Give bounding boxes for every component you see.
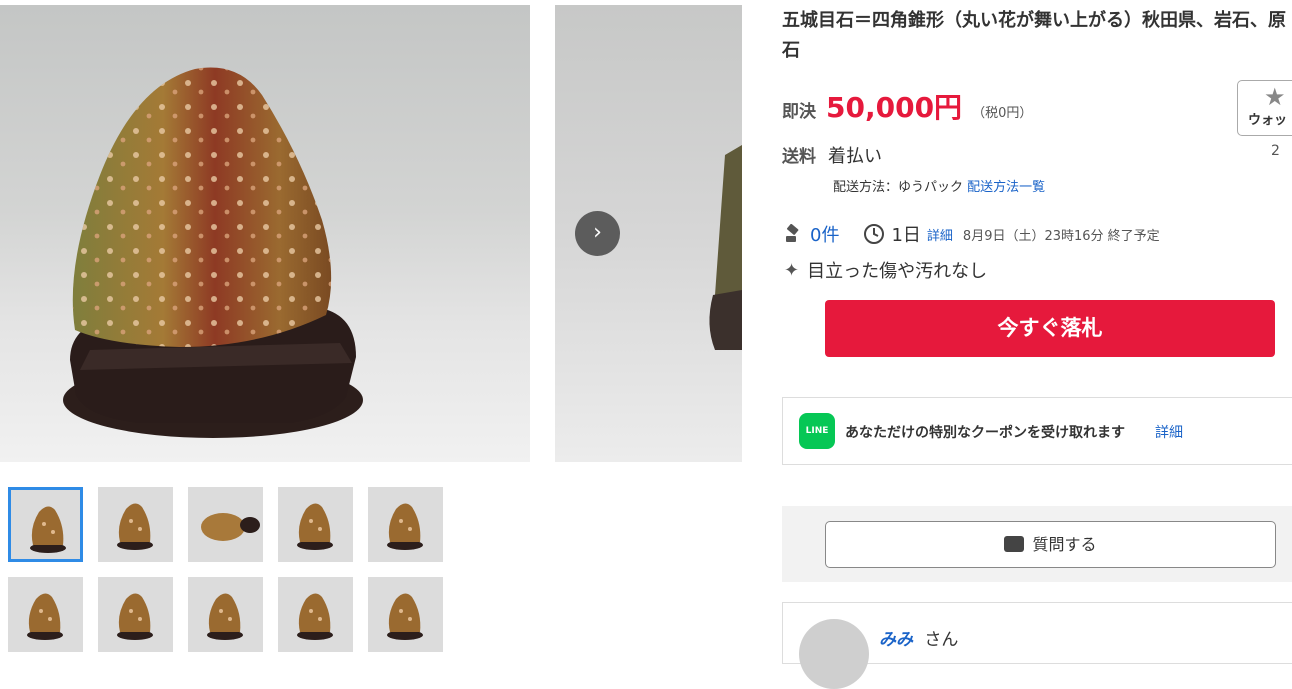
stone-thumbnail <box>8 577 83 652</box>
shipping-method: 配送方法：ゆうパック <box>833 180 964 195</box>
watch-button[interactable]: ★ ウォッ <box>1237 80 1292 136</box>
stone-thumbnail <box>11 490 80 559</box>
shipping-method-link[interactable]: 配送方法一覧 <box>967 180 1045 195</box>
time-left: 1日 <box>891 225 921 246</box>
thumbnail[interactable] <box>8 577 83 652</box>
thumbnail[interactable] <box>8 487 83 562</box>
watch-label: ウォッ <box>1248 113 1288 128</box>
shipping-row: 送料 着払い <box>782 142 882 168</box>
item-title: 五城目石＝四角錐形（丸い花が舞い上がる）秋田県、岩石、原石 <box>782 10 1286 61</box>
item-condition: 目立った傷や汚れなし <box>807 261 988 282</box>
gallery-next-button[interactable]: › <box>575 211 620 256</box>
seller-suffix: さん <box>924 630 959 650</box>
price-tax: （税0円） <box>972 106 1033 121</box>
thumbnail[interactable] <box>278 487 353 562</box>
clock-icon <box>864 224 885 244</box>
thumbnail[interactable] <box>188 487 263 562</box>
stone-image <box>63 67 363 438</box>
thumbnail[interactable] <box>368 487 443 562</box>
stone-thumbnail <box>98 577 173 652</box>
buy-now-button[interactable]: 今すぐ落札 <box>825 300 1275 357</box>
shipping-method-row: 配送方法：ゆうパック 配送方法一覧 <box>833 176 1045 195</box>
stone-thumbnail <box>188 577 263 652</box>
stone-thumbnail <box>368 487 443 562</box>
line-logo-icon: LINE <box>799 413 835 449</box>
end-time: 8月9日（土）23時16分 終了予定 <box>962 228 1160 244</box>
price-amount: 50,000円 <box>826 91 963 124</box>
thumbnail[interactable] <box>188 577 263 652</box>
shipping-label: 送料 <box>782 147 816 167</box>
shipping-value: 着払い <box>828 146 882 167</box>
stats-row: 0件 1日 詳細 8月9日（土）23時16分 終了予定 <box>784 222 1160 246</box>
thumbnail[interactable] <box>368 577 443 652</box>
thumbnail[interactable] <box>278 577 353 652</box>
thumbnail[interactable] <box>98 487 173 562</box>
main-product-photo[interactable] <box>0 5 530 462</box>
watch-count: 2 <box>1271 143 1280 159</box>
ask-question-label: 質問する <box>1032 535 1097 554</box>
coupon-banner[interactable]: LINE あなただけの特別なクーポンを受け取れます 詳細 <box>782 397 1292 465</box>
stone-thumbnail <box>188 487 263 562</box>
condition-row: ✦ 目立った傷や汚れなし <box>784 257 987 283</box>
seller-card: みみ さん <box>782 602 1292 689</box>
bid-count[interactable]: 0件 <box>810 221 839 247</box>
speech-bubble-icon <box>1004 536 1025 552</box>
thumbnail[interactable] <box>98 577 173 652</box>
stone-thumbnail <box>278 487 353 562</box>
coupon-text: あなただけの特別なクーポンを受け取れます <box>845 425 1125 441</box>
stone-thumbnail <box>278 577 353 652</box>
avatar[interactable] <box>799 619 869 689</box>
sparkle-icon: ✦ <box>784 259 800 281</box>
time-detail-link[interactable]: 詳細 <box>927 225 953 244</box>
stone-thumbnail <box>368 577 443 652</box>
star-icon: ★ <box>1264 83 1286 111</box>
gavel-icon <box>786 224 799 242</box>
price-row: 即決 50,000円 （税0円） <box>782 86 1032 126</box>
stone-thumbnail <box>98 487 173 562</box>
price-label: 即決 <box>782 102 816 122</box>
seller-name[interactable]: みみ <box>879 630 913 650</box>
coupon-detail-link[interactable]: 詳細 <box>1155 422 1183 442</box>
ask-question-button[interactable]: 質問する <box>825 521 1276 568</box>
